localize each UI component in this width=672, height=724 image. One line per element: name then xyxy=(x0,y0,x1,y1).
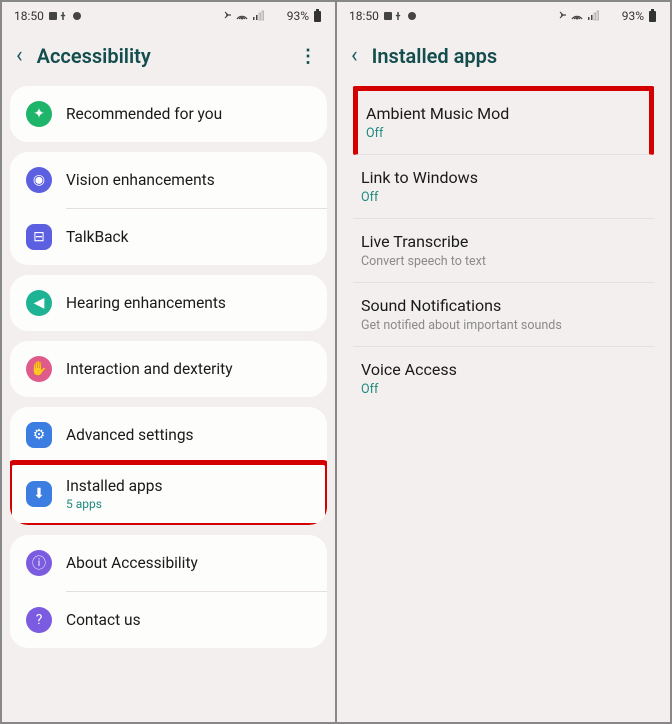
installed-app-item[interactable]: Live Transcribe Convert speech to text xyxy=(353,219,654,283)
hearing-icon: ◀ xyxy=(26,290,52,316)
app-status: Off xyxy=(366,126,641,141)
settings-row[interactable]: ◀ Hearing enhancements xyxy=(10,275,327,331)
settings-row[interactable]: ✋ Interaction and dexterity xyxy=(10,341,327,397)
app-name: Link to Windows xyxy=(361,168,646,187)
talkback-icon: ⊟ xyxy=(26,224,52,250)
settings-card: ✋ Interaction and dexterity xyxy=(10,341,327,397)
status-battery-pct: 93% xyxy=(622,9,644,23)
status-system-icons xyxy=(223,10,283,22)
advanced-icon: ⚙ xyxy=(26,422,52,448)
battery-icon xyxy=(313,9,323,23)
interaction-icon: ✋ xyxy=(26,356,52,382)
installed-app-item[interactable]: Link to Windows Off xyxy=(353,155,654,219)
settings-card: ◀ Hearing enhancements xyxy=(10,275,327,331)
page-title: Accessibility xyxy=(37,44,285,68)
row-label: Advanced settings xyxy=(66,426,194,444)
status-system-icons xyxy=(558,10,618,22)
settings-row[interactable]: ⊟ TalkBack xyxy=(10,209,327,265)
header: ‹ Accessibility ⋮ xyxy=(2,30,335,86)
installed-app-item[interactable]: Ambient Music Mod Off xyxy=(353,86,654,155)
settings-row[interactable]: ⓘ About Accessibility xyxy=(10,535,327,591)
recommended-icon: ✦ xyxy=(26,101,52,127)
installed-app-item[interactable]: Voice Access Off xyxy=(353,347,654,410)
status-notification-icons xyxy=(49,10,85,22)
app-name: Live Transcribe xyxy=(361,232,646,251)
settings-list: ✦ Recommended for you ◉ Vision enhancements… xyxy=(2,86,335,648)
status-battery-pct: 93% xyxy=(287,9,309,23)
settings-card: ⓘ About Accessibility? Contact us xyxy=(10,535,327,648)
installed-icon: ⬇ xyxy=(26,481,52,507)
status-notification-icons xyxy=(384,10,420,22)
header: ‹ Installed apps xyxy=(337,30,670,86)
more-options-icon[interactable]: ⋮ xyxy=(299,46,321,67)
settings-row[interactable]: ◉ Vision enhancements xyxy=(10,152,327,208)
app-status: Off xyxy=(361,382,646,397)
settings-row[interactable]: ✦ Recommended for you xyxy=(10,86,327,142)
row-label: Recommended for you xyxy=(66,105,222,123)
app-status: Off xyxy=(361,190,646,205)
row-subtitle: 5 apps xyxy=(66,497,162,511)
row-label: Vision enhancements xyxy=(66,171,215,189)
installed-apps-list: Ambient Music ModOffLink to WindowsOffLi… xyxy=(337,86,670,410)
contact-icon: ? xyxy=(26,607,52,633)
settings-row[interactable]: ⚙ Advanced settings xyxy=(10,407,327,463)
row-label: Hearing enhancements xyxy=(66,294,226,312)
settings-card: ◉ Vision enhancements ⊟ TalkBack xyxy=(10,152,327,265)
row-label: Installed apps xyxy=(66,477,162,495)
app-name: Ambient Music Mod xyxy=(366,104,641,123)
screen-installed-apps: 18:50 93% ‹ Installed apps Ambient Music… xyxy=(337,2,670,722)
settings-row[interactable]: ? Contact us xyxy=(10,592,327,648)
row-label: Contact us xyxy=(66,611,141,629)
row-label: About Accessibility xyxy=(66,554,198,572)
screen-accessibility: 18:50 93% ‹ Accessibility ⋮ ✦ Recommended… xyxy=(2,2,335,722)
row-label: Interaction and dexterity xyxy=(66,360,233,378)
settings-row[interactable]: ⬇ Installed apps 5 apps xyxy=(10,463,327,525)
settings-card: ⚙ Advanced settings ⬇ Installed apps 5 apps xyxy=(10,407,327,525)
back-icon[interactable]: ‹ xyxy=(351,45,358,67)
settings-card: ✦ Recommended for you xyxy=(10,86,327,142)
row-label: TalkBack xyxy=(66,228,129,246)
status-bar: 18:50 93% xyxy=(2,2,335,30)
app-name: Voice Access xyxy=(361,360,646,379)
battery-icon xyxy=(648,9,658,23)
status-time: 18:50 xyxy=(14,9,44,23)
back-icon[interactable]: ‹ xyxy=(16,45,23,67)
app-status: Get notified about important sounds xyxy=(361,318,646,333)
app-status: Convert speech to text xyxy=(361,254,646,269)
status-bar: 18:50 93% xyxy=(337,2,670,30)
vision-icon: ◉ xyxy=(26,167,52,193)
app-name: Sound Notifications xyxy=(361,296,646,315)
installed-app-item[interactable]: Sound Notifications Get notified about im… xyxy=(353,283,654,347)
page-title: Installed apps xyxy=(372,44,656,68)
about-icon: ⓘ xyxy=(26,550,52,576)
status-time: 18:50 xyxy=(349,9,379,23)
